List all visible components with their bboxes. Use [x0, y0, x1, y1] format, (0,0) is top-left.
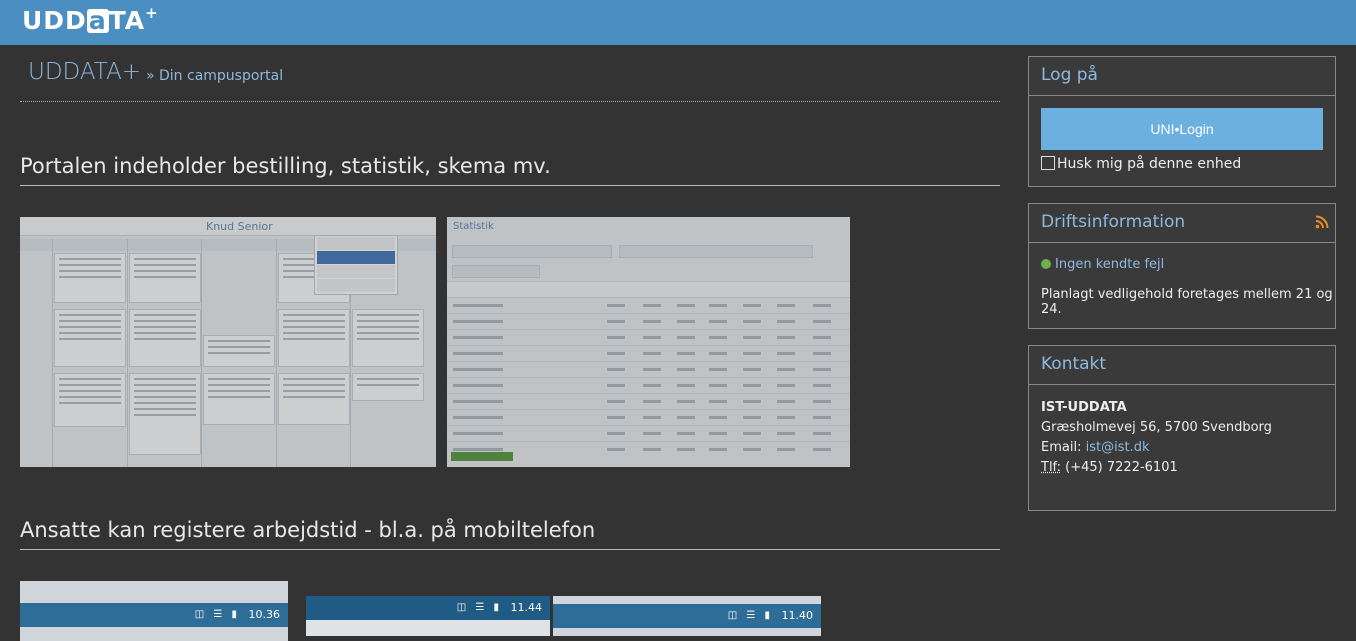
screenshot-overlay: [20, 217, 436, 467]
login-panel-header: Log på: [1029, 57, 1335, 96]
phone-screenshot: ◫ ☰ ▮ 10.36: [20, 581, 288, 641]
section-title-portal: Portalen indeholder bestilling, statisti…: [20, 154, 551, 178]
login-heading: Log på: [1041, 65, 1098, 85]
phone-status-bar: ◫ ☰ ▮ 11.40: [553, 604, 821, 628]
site-brand[interactable]: UDDATA+: [28, 59, 141, 85]
email-label: Email:: [1041, 440, 1086, 455]
phone-screenshot: ◫ ☰ ▮ 11.40: [553, 596, 821, 636]
contact-address: Græsholmevej 56, 5700 Svendborg: [1041, 420, 1272, 435]
login-panel: Log på UNI•Login Husk mig på denne enhed: [1028, 56, 1336, 187]
remember-device-checkbox[interactable]: Husk mig på denne enhed: [1041, 156, 1241, 172]
ops-info-panel: Driftsinformation Ingen kendte fejl Plan…: [1028, 203, 1336, 329]
top-bar: UDDaTA+: [0, 0, 1356, 45]
section-divider: [20, 549, 1000, 550]
phone-clock: 11.40: [781, 609, 814, 622]
phone-clock: 11.44: [510, 601, 543, 614]
rss-icon[interactable]: [1315, 215, 1329, 229]
contact-details: IST-UDDATA Græsholmevej 56, 5700 Svendbo…: [1041, 398, 1272, 478]
uni-login-button[interactable]: UNI•Login: [1041, 108, 1323, 150]
breadcrumb[interactable]: » Din campusportal: [146, 68, 283, 84]
status-ok-icon: [1041, 259, 1051, 269]
maintenance-notice: Planlagt vedligehold foretages mellem 21…: [1041, 287, 1333, 317]
logo-plus: +: [145, 4, 159, 22]
contact-panel-header: Kontakt: [1029, 346, 1335, 385]
uddata-logo[interactable]: UDDaTA+: [22, 4, 159, 35]
phone-status-bar: ◫ ☰ ▮ 11.44: [306, 596, 550, 620]
phone-status-bar: ◫ ☰ ▮ 10.36: [20, 603, 288, 627]
logo-text-rest: TA: [108, 6, 146, 35]
dotted-divider: [20, 101, 1000, 102]
signal-icons: ◫ ☰ ▮: [727, 610, 773, 621]
email-link[interactable]: ist@ist.dk: [1086, 440, 1150, 455]
contact-panel: Kontakt IST-UDDATA Græsholmevej 56, 5700…: [1028, 345, 1336, 511]
ops-status-text: Ingen kendte fejl: [1055, 257, 1165, 272]
signal-icons: ◫ ☰ ▮: [456, 602, 502, 613]
schedule-screenshot: Knud Senior: [20, 217, 436, 467]
section-divider: [20, 185, 1000, 186]
contact-phone: (+45) 7222-6101: [1061, 460, 1178, 475]
logo-a: a: [86, 6, 109, 35]
phone-label: Tlf:: [1041, 460, 1062, 475]
logo-text: UDD: [22, 6, 87, 35]
remember-label: Husk mig på denne enhed: [1057, 156, 1242, 172]
signal-icons: ◫ ☰ ▮: [194, 609, 240, 620]
phone-clock: 10.36: [248, 608, 281, 621]
contact-org: IST-UDDATA: [1041, 400, 1127, 415]
contact-heading: Kontakt: [1041, 354, 1107, 374]
statistics-screenshot: Statistik: [447, 217, 850, 467]
ops-status[interactable]: Ingen kendte fejl: [1041, 257, 1164, 272]
phone-screenshot: ◫ ☰ ▮ 11.44: [306, 596, 550, 636]
ops-heading: Driftsinformation: [1041, 212, 1186, 232]
section-title-worktime: Ansatte kan registere arbejdstid - bl.a.…: [20, 518, 596, 542]
ops-panel-header: Driftsinformation: [1029, 204, 1335, 243]
checkbox-box[interactable]: [1041, 156, 1055, 170]
screenshot-overlay: [447, 217, 850, 467]
